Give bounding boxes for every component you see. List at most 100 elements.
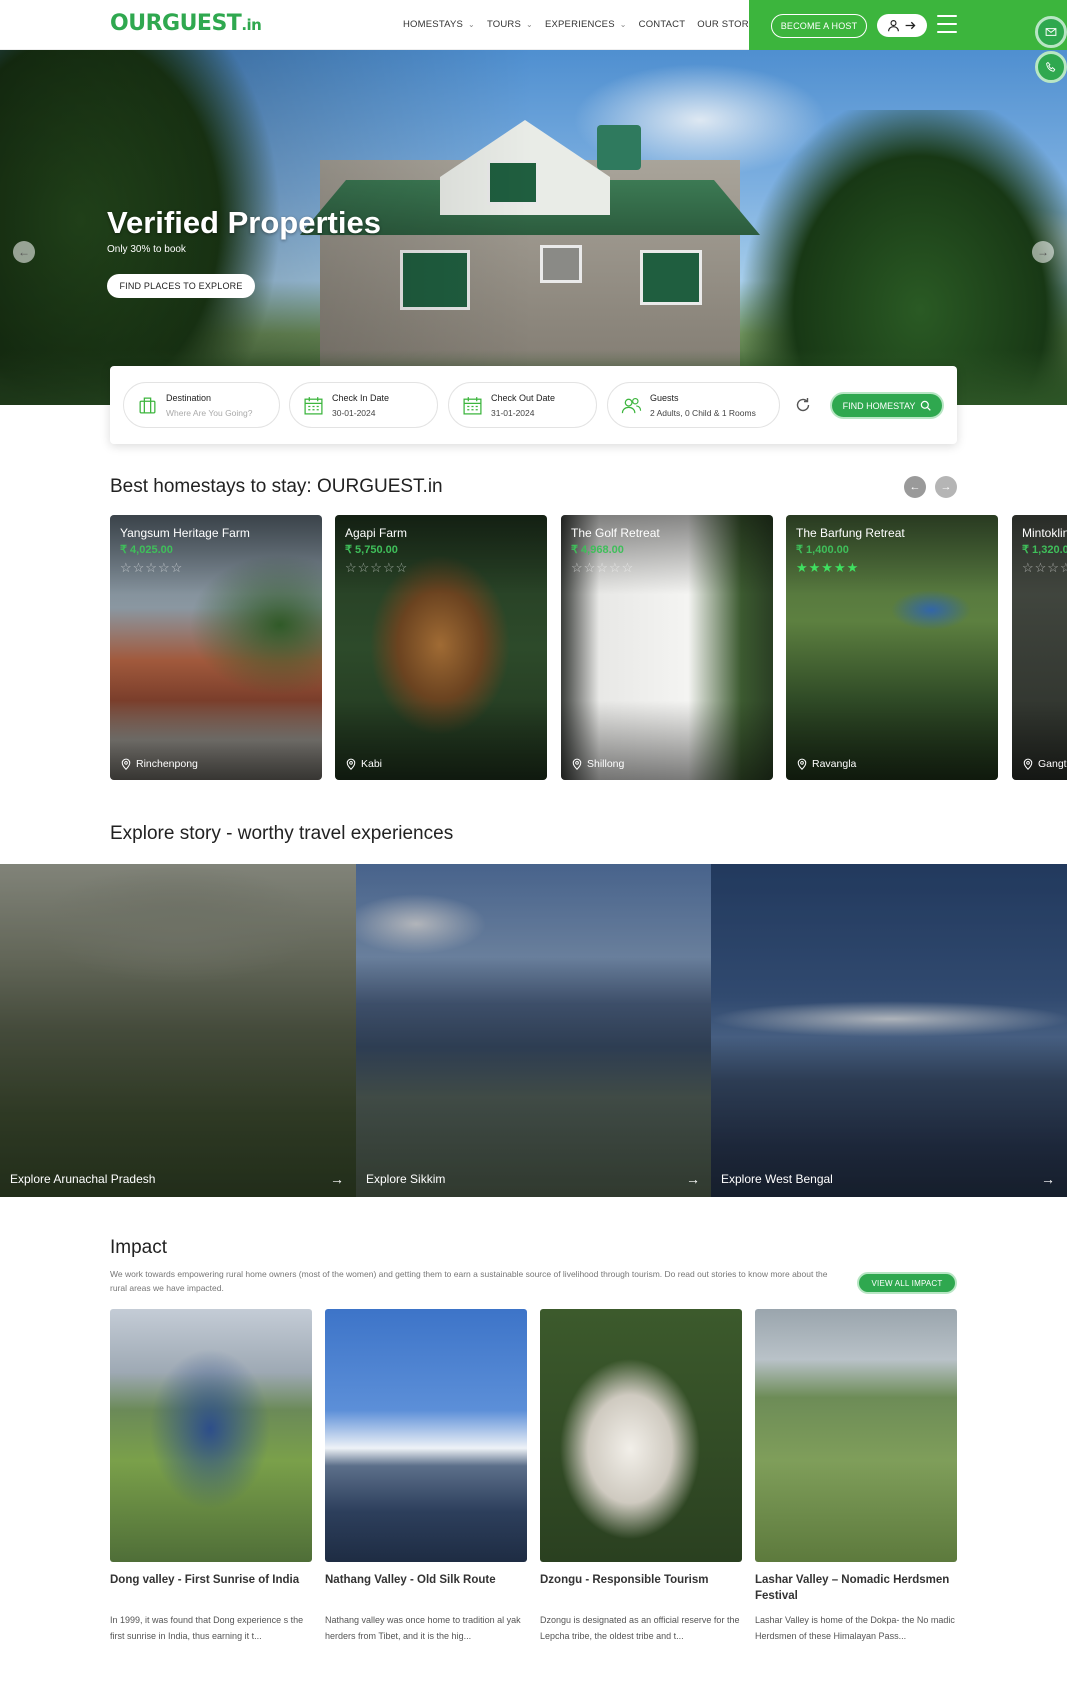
homestay-location: Ravangla <box>796 758 856 770</box>
find-places-button[interactable]: FIND PLACES TO EXPLORE <box>107 274 255 298</box>
checkin-field[interactable]: Check In Date 30-01-2024 <box>289 382 438 428</box>
destination-field[interactable]: Destination Where Are You Going? <box>123 382 280 428</box>
explore-card-west-bengal[interactable]: Explore West Bengal → <box>711 864 1067 1197</box>
impact-card-text: In 1999, it was found that Dong experien… <box>110 1615 304 1641</box>
impact-card[interactable]: Dzongu - Responsible Tourism Dzongu is d… <box>540 1309 742 1644</box>
impact-description: We work towards empowering rural home ow… <box>110 1269 828 1293</box>
homestay-name: Mintokling <box>1022 526 1067 540</box>
chevron-down-icon: ⌄ <box>468 20 475 29</box>
hero-subtitle: Only 30% to book <box>107 244 186 255</box>
calendar-icon <box>461 394 483 416</box>
homestay-card[interactable]: Agapi Farm ₹ 5,750.00 ☆☆☆☆☆ Kabi <box>335 515 547 780</box>
rating-stars: ☆☆☆☆☆ <box>571 560 635 575</box>
impact-image <box>110 1309 312 1562</box>
impact-card[interactable]: Nathang Valley - Old Silk Route Nathang … <box>325 1309 527 1644</box>
arrow-right-icon: → <box>686 1171 700 1187</box>
impact-card[interactable]: Lashar Valley – Nomadic Herdsmen Festiva… <box>755 1309 957 1644</box>
homestay-price: ₹ 1,320.00 <box>1022 544 1067 556</box>
rating-stars: ★★★★★ <box>796 560 860 575</box>
impact-card-text: Dzongu is designated as an official rese… <box>540 1615 740 1641</box>
homestay-location: Gangtok <box>1022 758 1067 770</box>
impact-card[interactable]: Dong valley - First Sunrise of India In … <box>110 1309 312 1644</box>
search-icon <box>921 400 932 411</box>
nav-experiences[interactable]: EXPERIENCES ⌄ <box>545 19 627 30</box>
rating-stars: ☆☆☆☆☆ <box>1022 560 1067 575</box>
luggage-icon <box>136 394 158 416</box>
arrow-right-icon: → <box>1041 1171 1055 1187</box>
chevron-down-icon: ⌄ <box>526 20 533 29</box>
explore-card-arunachal[interactable]: Explore Arunachal Pradesh → <box>0 864 356 1197</box>
explore-label: Explore Arunachal Pradesh <box>10 1172 156 1186</box>
reset-icon[interactable] <box>793 395 813 415</box>
find-homestay-button[interactable]: FIND HOMESTAY <box>830 392 944 419</box>
homestay-price: ₹ 4,025.00 <box>120 544 173 556</box>
phone-float-button[interactable] <box>1035 51 1067 83</box>
impact-card-title: Lashar Valley – Nomadic Herdsmen Festiva… <box>755 1574 950 1602</box>
homestay-location: Kabi <box>345 758 382 770</box>
arrow-right-icon <box>905 21 916 30</box>
impact-card-title: Nathang Valley - Old Silk Route <box>325 1574 496 1586</box>
homestay-price: ₹ 1,400.00 <box>796 544 849 556</box>
hero-next-arrow-icon[interactable]: → <box>1032 241 1054 263</box>
email-float-button[interactable] <box>1035 16 1067 48</box>
explore-label: Explore West Bengal <box>721 1172 833 1186</box>
site-header: OURGUEST.in HOMESTAYS ⌄ TOURS ⌄ EXPERIENCE… <box>0 0 1067 50</box>
arrow-right-icon: → <box>330 1171 344 1187</box>
homestay-card[interactable]: The Barfung Retreat ₹ 1,400.00 ★★★★★ Rav… <box>786 515 998 780</box>
homestay-price: ₹ 4,968.00 <box>571 544 624 556</box>
impact-card-title: Dong valley - First Sunrise of India <box>110 1574 300 1586</box>
explore-title: Explore story - worthy travel experience… <box>110 823 454 844</box>
nav-contact[interactable]: CONTACT <box>639 19 686 30</box>
explore-label: Explore Sikkim <box>366 1172 446 1186</box>
homestay-card[interactable]: Mintokling ₹ 1,320.00 ☆☆☆☆☆ Gangtok <box>1012 515 1067 780</box>
homestay-name: The Barfung Retreat <box>796 526 905 540</box>
homestay-location: Rinchenpong <box>120 758 198 770</box>
impact-card-text: Lashar Valley is home of the Dokpa- the … <box>755 1615 955 1641</box>
impact-image <box>540 1309 742 1562</box>
explore-card-sikkim[interactable]: Explore Sikkim → <box>356 864 712 1197</box>
mail-icon <box>1045 28 1057 36</box>
chevron-down-icon: ⌄ <box>619 20 627 29</box>
site-logo[interactable]: OURGUEST.in <box>110 11 262 36</box>
homestay-name: Agapi Farm <box>345 526 408 540</box>
guests-icon <box>620 394 642 416</box>
nav-homestays[interactable]: HOMESTAYS ⌄ <box>403 19 475 30</box>
homestay-card[interactable]: The Golf Retreat ₹ 4,968.00 ☆☆☆☆☆ Shillo… <box>561 515 773 780</box>
hamburger-menu-icon[interactable] <box>937 15 957 33</box>
become-host-button[interactable]: BECOME A HOST <box>771 14 867 38</box>
map-pin-icon <box>121 758 131 770</box>
homestays-next-arrow-icon[interactable]: → <box>935 476 957 498</box>
map-pin-icon <box>346 758 356 770</box>
search-bar: Destination Where Are You Going? Check In… <box>110 366 957 444</box>
homestay-name: The Golf Retreat <box>571 526 660 540</box>
homestays-title: Best homestays to stay: OURGUEST.in <box>110 476 443 497</box>
impact-card-title: Dzongu - Responsible Tourism <box>540 1574 709 1586</box>
nav-tours[interactable]: TOURS ⌄ <box>487 19 533 30</box>
checkout-input[interactable]: 31-01-2024 <box>491 408 555 418</box>
checkout-field[interactable]: Check Out Date 31-01-2024 <box>448 382 597 428</box>
homestay-location: Shillong <box>571 758 624 770</box>
hero-title: Verified Properties <box>107 205 381 240</box>
impact-image <box>755 1309 957 1562</box>
map-pin-icon <box>1023 758 1033 770</box>
guests-field[interactable]: Guests 2 Adults, 0 Child & 1 Rooms <box>607 382 780 428</box>
hero-prev-arrow-icon[interactable]: ← <box>13 241 35 263</box>
homestay-card[interactable]: Yangsum Heritage Farm ₹ 4,025.00 ☆☆☆☆☆ R… <box>110 515 322 780</box>
login-button[interactable] <box>877 14 927 37</box>
homestay-name: Yangsum Heritage Farm <box>120 526 250 540</box>
guests-input[interactable]: 2 Adults, 0 Child & 1 Rooms <box>650 408 756 418</box>
impact-card-text: Nathang valley was once home to traditio… <box>325 1615 521 1641</box>
view-all-impact-button[interactable]: VIEW ALL IMPACT <box>857 1272 957 1294</box>
hero-banner: Verified Properties Only 30% to book FIN… <box>0 50 1067 405</box>
phone-icon <box>1046 61 1056 72</box>
main-nav: HOMESTAYS ⌄ TOURS ⌄ EXPERIENCES ⌄ CONTACT O… <box>403 19 777 30</box>
impact-title: Impact <box>110 1237 168 1258</box>
homestays-prev-arrow-icon[interactable]: ← <box>904 476 926 498</box>
map-pin-icon <box>572 758 582 770</box>
destination-input[interactable]: Where Are You Going? <box>166 408 252 418</box>
rating-stars: ☆☆☆☆☆ <box>120 560 184 575</box>
checkin-input[interactable]: 30-01-2024 <box>332 408 389 418</box>
user-icon <box>888 20 899 32</box>
impact-image <box>325 1309 527 1562</box>
calendar-icon <box>302 394 324 416</box>
